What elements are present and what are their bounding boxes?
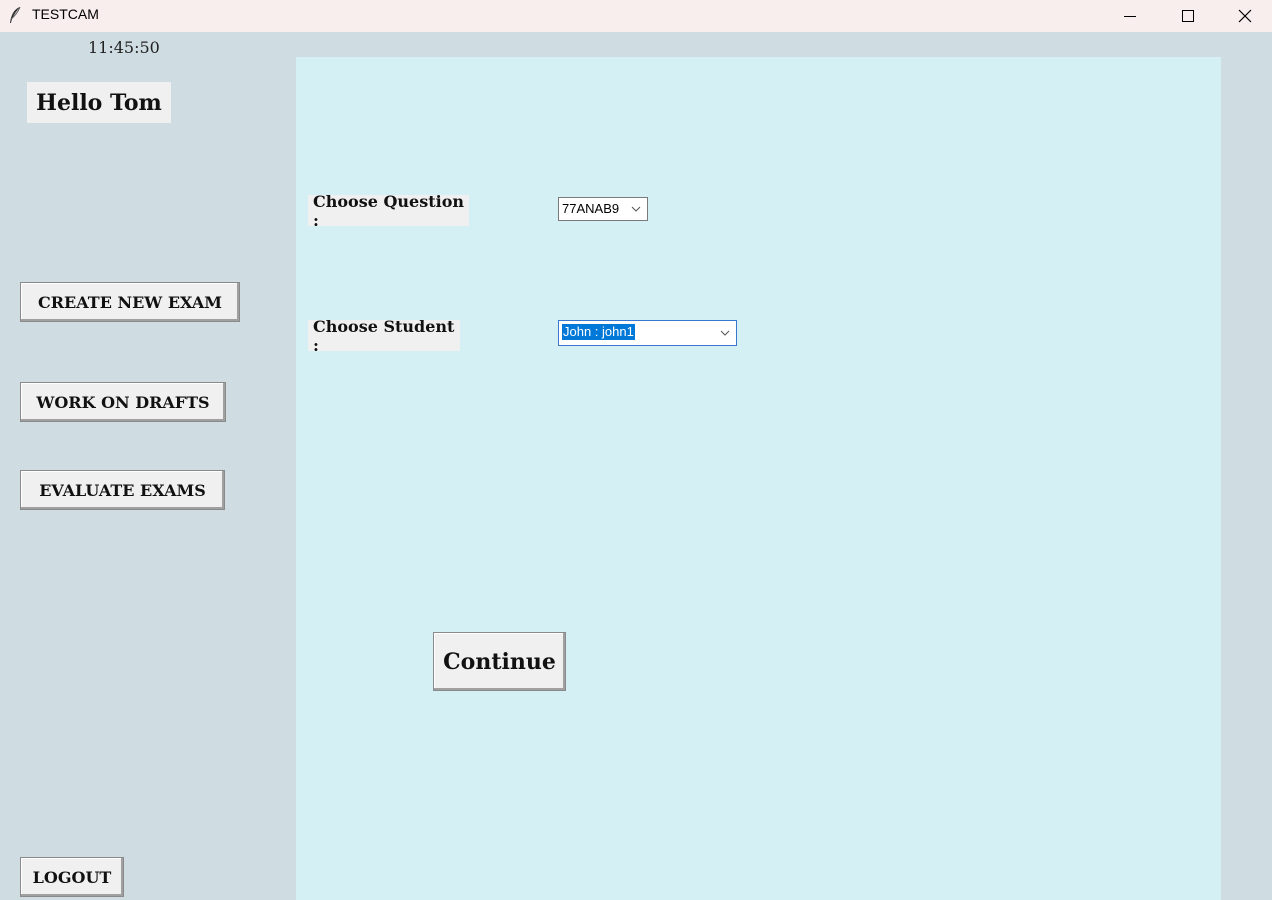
evaluate-exams-button[interactable]: EVALUATE EXAMS: [20, 470, 225, 510]
work-on-drafts-button[interactable]: WORK ON DRAFTS: [20, 382, 226, 422]
window-title: TESTCAM: [32, 6, 99, 22]
close-button[interactable]: [1216, 0, 1272, 32]
maximize-icon: [1182, 10, 1194, 22]
feather-icon: [10, 6, 21, 23]
title-bar: TESTCAM: [0, 0, 1272, 32]
choose-question-label: Choose Question :: [308, 192, 469, 230]
main-panel: [296, 57, 1221, 900]
chevron-down-icon: [720, 330, 730, 336]
continue-button[interactable]: Continue: [433, 632, 566, 691]
question-dropdown[interactable]: 77ANAB9: [558, 197, 648, 221]
clock: 11:45:50: [88, 38, 160, 57]
chevron-down-icon: [631, 206, 641, 212]
minimize-icon: [1124, 16, 1136, 17]
question-dropdown-value: 77ANAB9: [562, 201, 620, 216]
student-dropdown[interactable]: John : john1: [558, 320, 737, 346]
close-icon: [1238, 9, 1252, 23]
maximize-button[interactable]: [1159, 0, 1217, 32]
minimize-button[interactable]: [1101, 0, 1159, 32]
greeting-label: Hello Tom: [27, 82, 171, 123]
choose-student-label: Choose Student :: [308, 317, 460, 355]
create-new-exam-button[interactable]: CREATE NEW EXAM: [20, 282, 240, 322]
logout-button[interactable]: LOGOUT: [20, 857, 124, 897]
student-dropdown-value: John : john1: [562, 324, 635, 340]
